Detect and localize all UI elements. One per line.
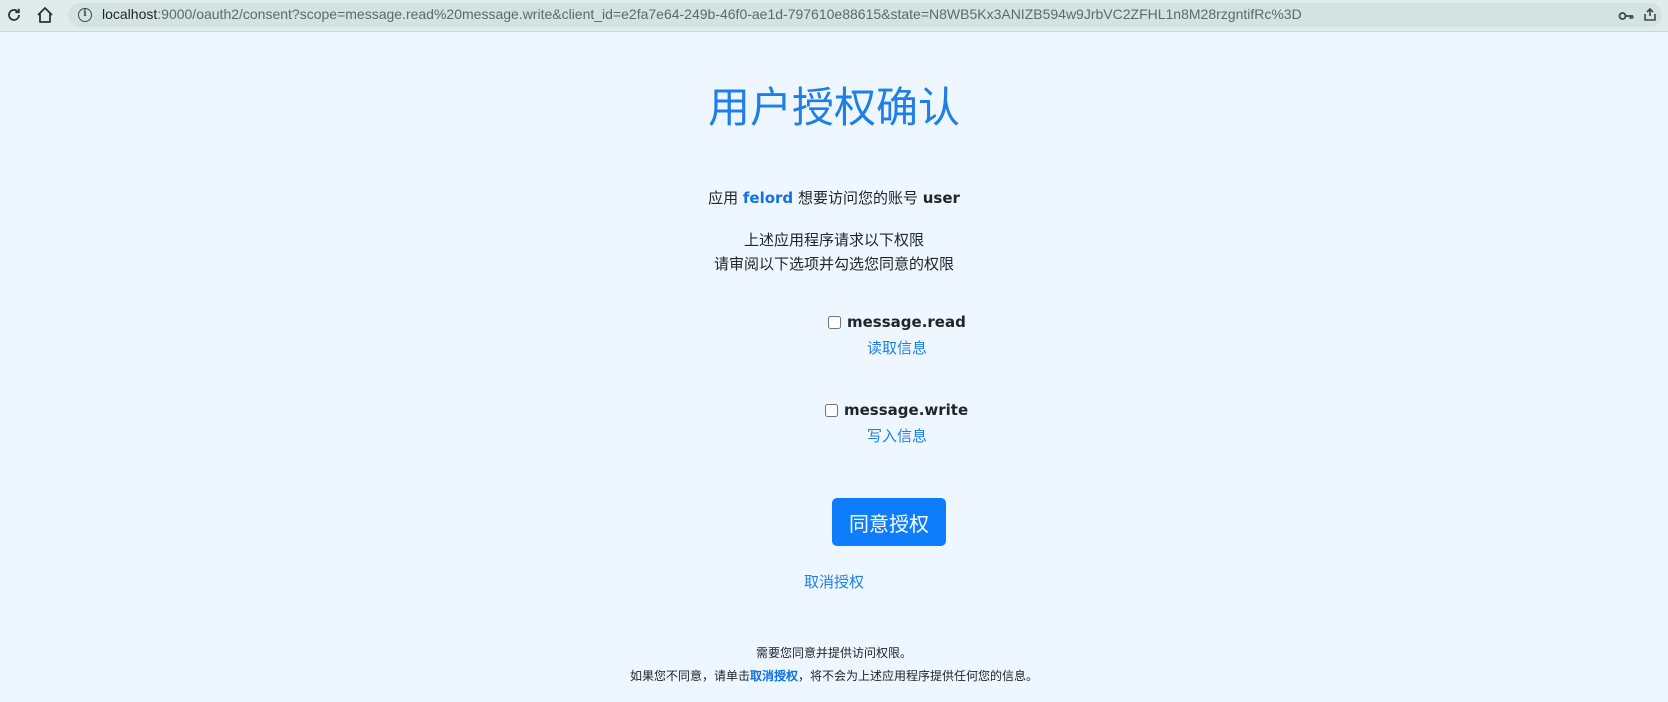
home-icon[interactable] (34, 4, 56, 26)
instructions: 上述应用程序请求以下权限 请审阅以下选项并勾选您同意的权限 (0, 228, 1668, 276)
browser-toolbar: i localhost:9000/oauth2/consent?scope=me… (0, 0, 1668, 32)
scope-write-description: 写入信息 (867, 427, 928, 445)
client-app-name: felord (742, 189, 794, 207)
footer-suffix: ，将不会为上述应用程序提供任何您的信息。 (798, 669, 1039, 683)
consent-request-line: 应用 felord 想要访问您的账号 user (0, 188, 1668, 208)
request-prefix: 应用 (708, 189, 739, 207)
approve-button[interactable]: 同意授权 (832, 498, 946, 546)
scope-message-read[interactable]: message.read (828, 313, 966, 331)
cancel-link[interactable]: 取消授权 (804, 573, 864, 591)
footer-cancel-link[interactable]: 取消授权 (750, 669, 798, 683)
info-icon[interactable]: i (78, 8, 92, 22)
key-icon[interactable] (1618, 8, 1634, 27)
page-title: 用户授权确认 (707, 83, 960, 132)
scope-read-checkbox[interactable] (828, 315, 841, 329)
url-path: :9000/oauth2/consent?scope=message.read%… (157, 6, 1302, 22)
url-host: localhost (102, 6, 158, 22)
footer-prefix: 如果您不同意，请单击 (629, 669, 750, 683)
scope-read-name: message.read (847, 313, 966, 331)
account-name: user (922, 189, 960, 207)
scope-write-checkbox[interactable] (825, 403, 838, 417)
instruction-line-2: 请审阅以下选项并勾选您同意的权限 (713, 255, 954, 273)
scope-read-description: 读取信息 (867, 339, 928, 357)
url-text[interactable]: localhost:9000/oauth2/consent?scope=mess… (102, 6, 1302, 22)
address-bar[interactable]: i localhost:9000/oauth2/consent?scope=me… (68, 3, 1662, 27)
cancel-link-row: 取消授权 (0, 572, 1668, 592)
reload-icon[interactable] (3, 4, 25, 26)
footer-line-1: 需要您同意并提供访问权限。 (755, 646, 912, 660)
instruction-line-1: 上述应用程序请求以下权限 (743, 231, 924, 249)
request-middle: 想要访问您的账号 (797, 189, 918, 207)
scope-write-name: message.write (844, 401, 969, 419)
footer-line-2: 如果您不同意，请单击取消授权，将不会为上述应用程序提供任何您的信息。 (0, 668, 1668, 684)
share-icon[interactable] (1642, 7, 1658, 27)
scope-message-write[interactable]: message.write (825, 401, 968, 419)
